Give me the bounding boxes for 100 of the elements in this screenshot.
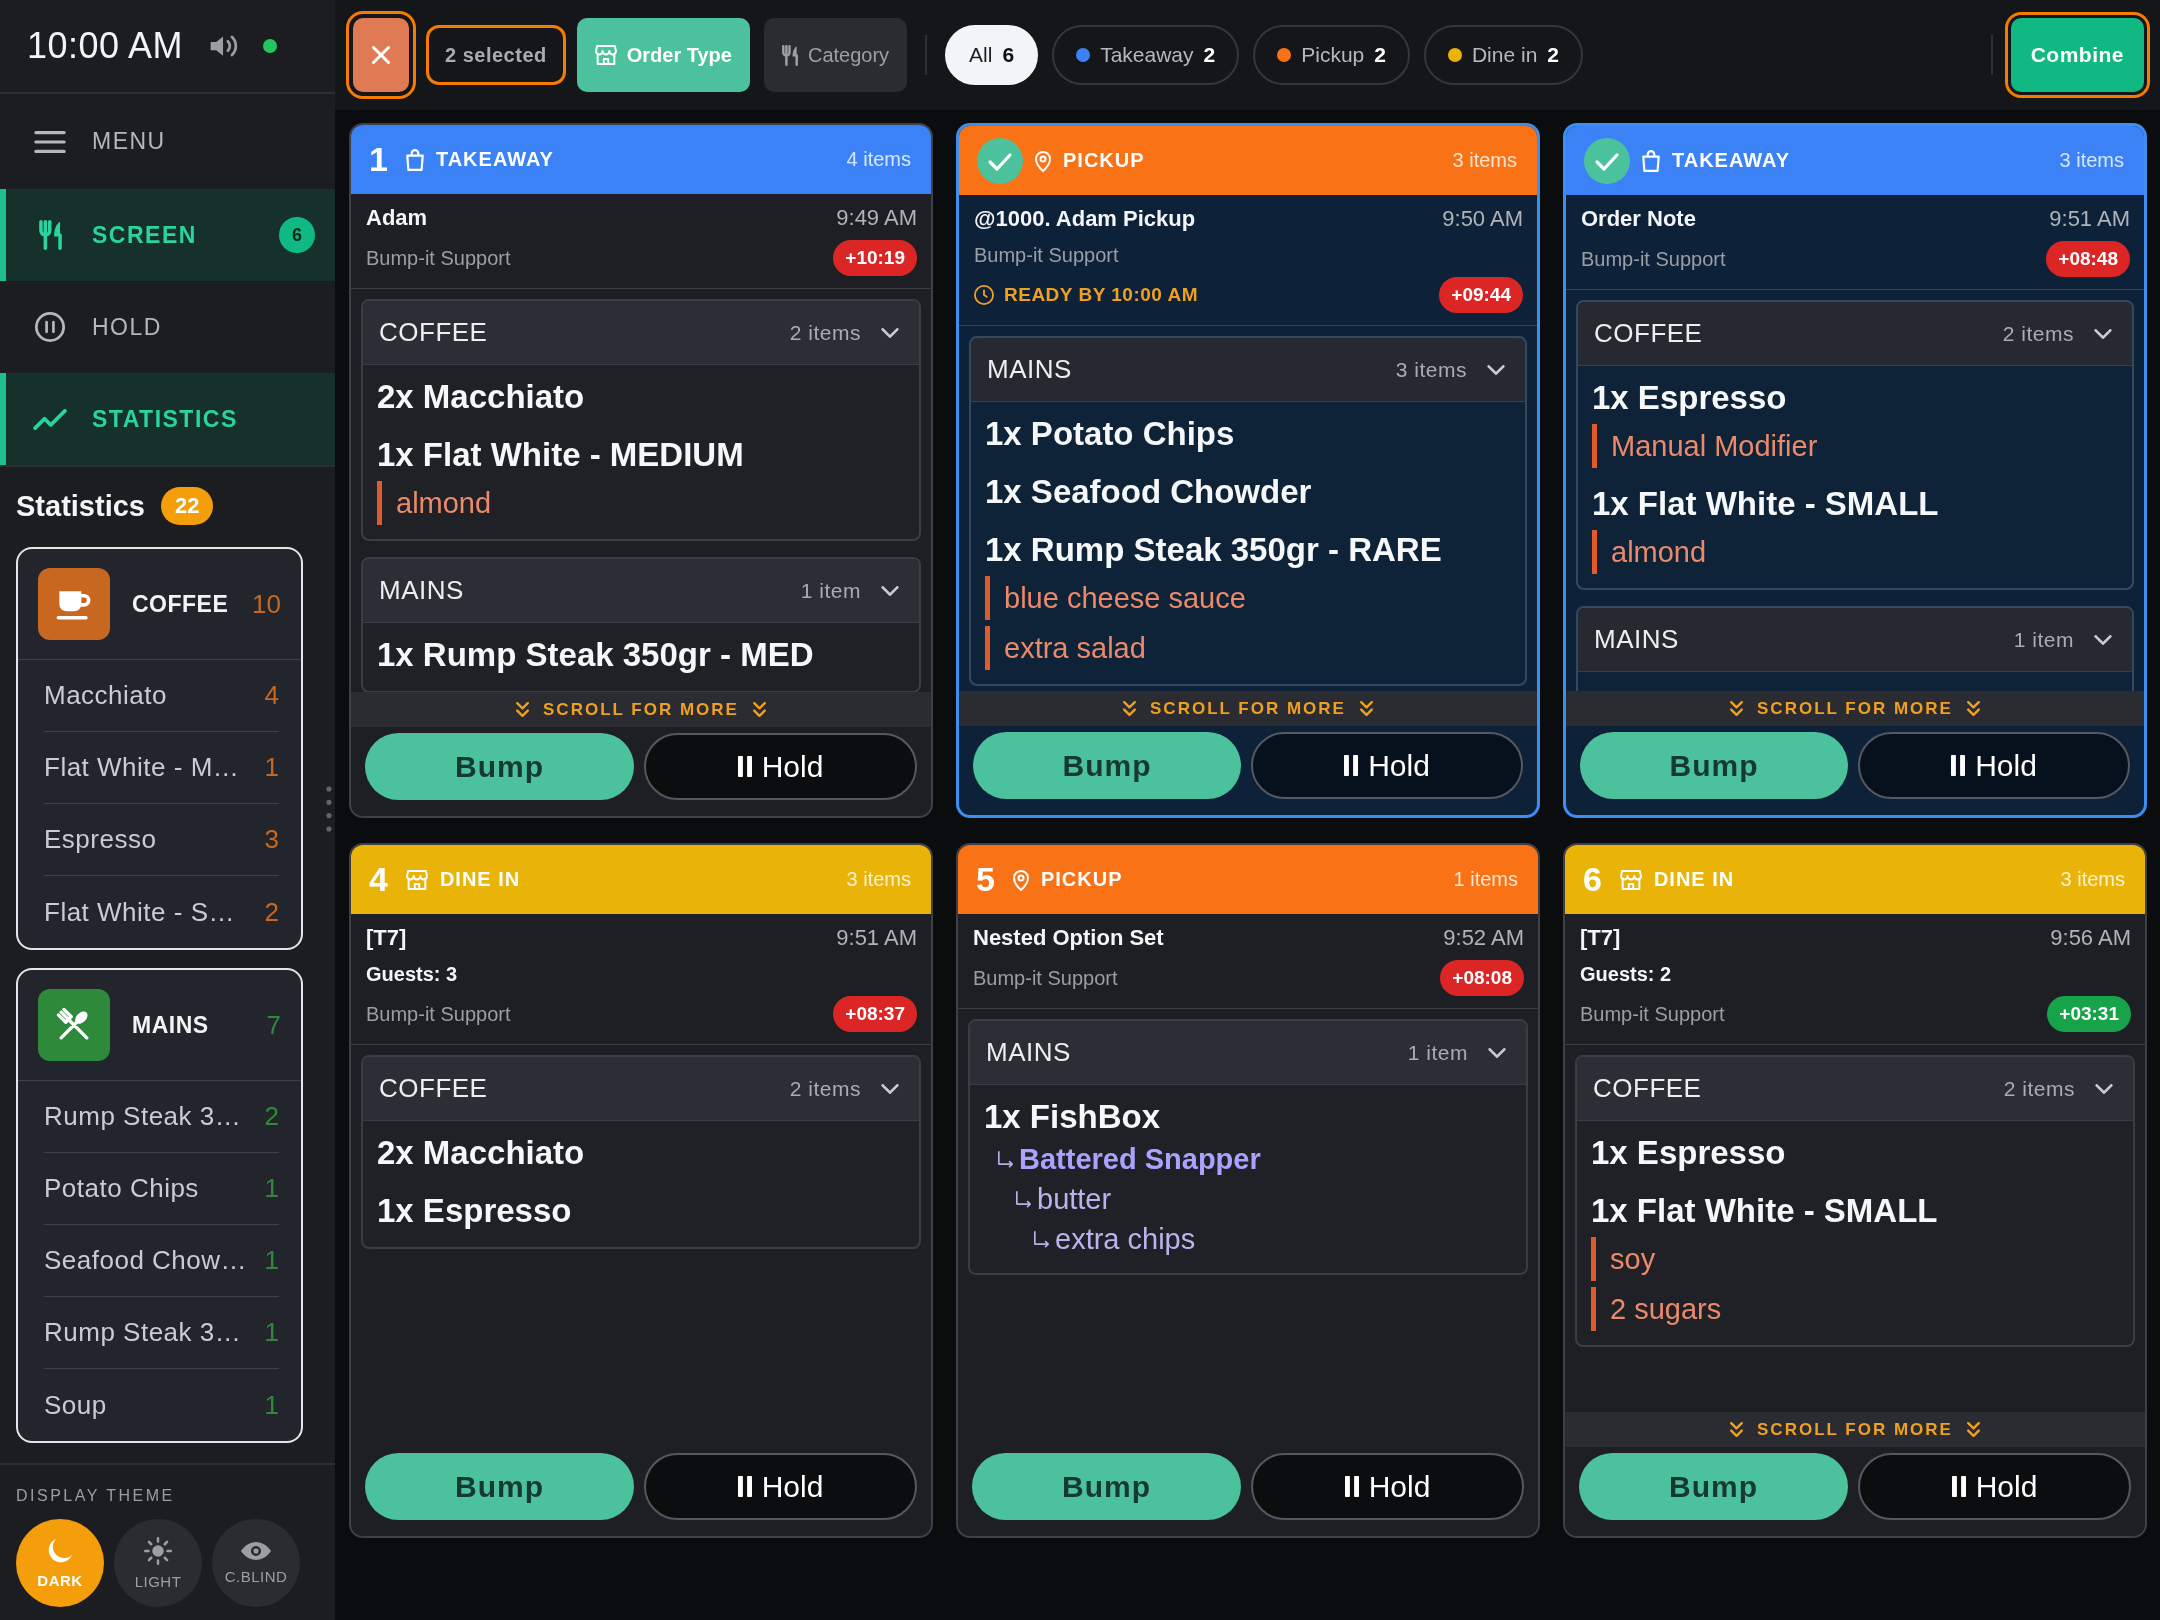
filter-chip[interactable]: Pickup 2 [1253, 25, 1410, 85]
category-header[interactable]: COFFEE 2 items [1578, 302, 2132, 366]
elapsed-timer: +09:44 [1439, 277, 1523, 313]
order-source: Bump-it Support [974, 243, 1119, 267]
group-by-button[interactable]: Category [763, 18, 908, 92]
guest-count: Guests: 3 [366, 962, 458, 986]
filter-chip[interactable]: Dine in 2 [1423, 25, 1583, 85]
moon-icon [47, 1537, 73, 1564]
location-pin-icon [1012, 868, 1029, 891]
order-time: 9:51 AM [836, 925, 917, 951]
store-icon [594, 45, 617, 65]
hold-button[interactable]: Hold [1858, 1453, 2131, 1520]
order-number: 1 [369, 140, 388, 179]
item-modifier: 2 sugars [1591, 1287, 2119, 1331]
order-item: 1x Espresso [1591, 1133, 1787, 1173]
order-source: Bump-it Support [366, 1002, 511, 1026]
nav-item[interactable]: SCREEN 6 [0, 189, 335, 281]
stat-item-count: 4 [263, 680, 279, 711]
order-time: 9:49 AM [836, 205, 917, 231]
check-icon [1584, 137, 1630, 184]
order-number: 5 [976, 860, 995, 899]
elapsed-timer: +10:19 [833, 240, 917, 276]
category-name: COFFEE [1593, 1073, 1702, 1104]
category-header[interactable]: MAINS 1 item [970, 1021, 1526, 1085]
category-header[interactable]: COFFEE 2 items [363, 301, 919, 365]
nav-item[interactable]: HOLD [0, 281, 335, 373]
order-time: 9:56 AM [2050, 925, 2131, 951]
category-header[interactable]: COFFEE 2 items [1577, 1057, 2133, 1121]
bump-button[interactable]: Bump [973, 732, 1241, 799]
pause-icon [1951, 1476, 1966, 1497]
item-modifier: Manual Modifier [1592, 424, 2118, 468]
order-item: 1x FishBox [984, 1097, 1162, 1137]
item-count: 1 items [1453, 868, 1518, 891]
pause-icon [737, 1476, 752, 1497]
store-icon [1619, 869, 1642, 890]
category-header[interactable]: MAINS 3 items [971, 338, 1525, 402]
item-count: 3 items [846, 868, 911, 891]
stat-item-name: Soup [44, 1389, 107, 1421]
stat-item-count: 1 [263, 1245, 279, 1276]
stat-item-count: 1 [263, 1317, 279, 1348]
elapsed-timer: +08:37 [833, 996, 917, 1032]
order-time: 9:52 AM [1443, 925, 1524, 951]
item-modifier: soy [1591, 1237, 2119, 1281]
category-name: MAINS [1594, 624, 1679, 655]
corner-arrow-icon [1016, 1190, 1031, 1208]
category-count: 7 [266, 1009, 281, 1041]
item-modifier: almond [1592, 530, 2118, 574]
category-header[interactable]: COFFEE 2 items [363, 1057, 919, 1121]
stat-item-name: Seafood Chow… [44, 1245, 248, 1276]
menu-button[interactable]: MENU [0, 94, 335, 189]
menu-icon [34, 130, 66, 153]
stat-item-count: 2 [263, 896, 279, 928]
order-source: Bump-it Support [1580, 1002, 1725, 1026]
theme-button[interactable]: C.BLIND [212, 1519, 300, 1607]
double-chevron-down-icon [1966, 1422, 1980, 1437]
scroll-hint-text: SCROLL FOR MORE [1757, 1419, 1953, 1440]
item-option: Battered Snapper [1019, 1139, 1261, 1179]
item-modifier: blue cheese sauce [985, 576, 1511, 620]
bump-button[interactable]: Bump [1579, 1453, 1848, 1520]
stat-item-count: 1 [263, 1389, 279, 1421]
order-card[interactable] [956, 123, 1540, 818]
corner-arrow-icon [998, 1150, 1013, 1168]
speaker-icon[interactable] [209, 35, 240, 57]
order-card[interactable]: 1 TAKEAWAY 4 items Adam 9:49 AM Bump-it Support +10:19 COFFEE 2 items 2x Macchiato 1x Flat White - MEDIUM almond MAINS 1 item 1x Rump Steak 350gr - MED SCROLL FOR MORE Bump Hold [349, 123, 933, 818]
store-icon [405, 869, 428, 890]
order-number: 4 [369, 860, 388, 899]
double-chevron-down-icon [1359, 701, 1373, 716]
filter-chip[interactable]: All 6 [945, 25, 1039, 85]
theme-button[interactable]: LIGHT [114, 1519, 202, 1607]
drag-handle-icon[interactable] [326, 785, 332, 833]
hold-button[interactable]: Hold [644, 1453, 917, 1520]
order-card[interactable]: 6 DINE IN 3 items [T7] 9:56 AM Guests: 2 Bump-it Support +03:31 COFFEE 2 items 1x Espresso 1x Flat White - SMALL soy 2 sugars SCROLL FOR MORE Bump Hold [1563, 843, 2147, 1538]
hold-button[interactable]: Hold [1251, 732, 1523, 799]
bump-button[interactable]: Bump [365, 733, 634, 800]
bump-button[interactable]: Bump [972, 1453, 1241, 1520]
bump-button[interactable]: Bump [1580, 732, 1848, 799]
statistics-title: Statistics [16, 489, 145, 523]
filter-chip[interactable]: Takeaway 2 [1052, 25, 1240, 85]
order-item: 1x Espresso [1592, 378, 1788, 418]
category-name: MAINS [987, 354, 1072, 385]
guest-count: Guests: 2 [1580, 962, 1672, 986]
hold-button[interactable]: Hold [644, 733, 917, 800]
item-count: 3 items [2059, 149, 2124, 172]
bump-button[interactable]: Bump [365, 1453, 634, 1520]
hold-button[interactable]: Hold [1251, 1453, 1524, 1520]
category-name: COFFEE [379, 317, 488, 348]
order-card[interactable]: 5 PICKUP 1 items Nested Option Set 9:52 AM Bump-it Support +08:08 MAINS 1 item 1x FishBox Battered Snapper butter extra chips Bump Hold [956, 843, 1540, 1538]
order-card[interactable]: TAKEAWAY 3 items Order Note 9:51 AM Bump-it Support +08:48 COFFEE 2 items 1x Espresso Manual Modifier 1x Flat White - SMALL almond MAINS 1 item SCROLL FOR MORE Bump Hold [1563, 123, 2147, 818]
category-header[interactable]: MAINS 1 item [363, 559, 919, 623]
order-item: 1x Flat White - MEDIUM [377, 435, 745, 475]
nav-item[interactable]: STATISTICS [0, 373, 335, 465]
category-count: 2 items [2003, 1076, 2075, 1101]
category-header[interactable]: MAINS 1 item [1578, 608, 2132, 672]
order-card[interactable]: 4 DINE IN 3 items [T7] 9:51 AM Guests: 3 Bump-it Support +08:37 COFFEE 2 items 2x Macchiato 1x Espresso Bump Hold [349, 843, 933, 1538]
bag-icon [405, 148, 424, 171]
ready-time: READY BY 10:00 AM [1004, 284, 1198, 306]
category-count: 2 items [2002, 321, 2074, 346]
item-count: 3 items [1452, 149, 1517, 172]
customer-name: [T7] [366, 925, 407, 951]
hold-button[interactable]: Hold [1858, 732, 2130, 799]
